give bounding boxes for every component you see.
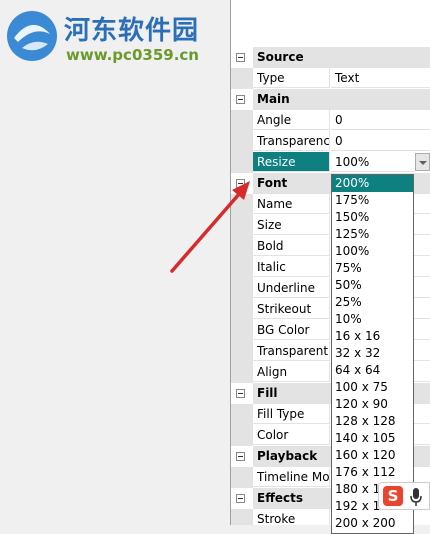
dropdown-option[interactable]: 125% — [332, 226, 413, 243]
property-row-type[interactable]: Type Text — [231, 68, 430, 89]
watermark-url: www.pc0359.cn — [66, 46, 199, 64]
property-row-resize[interactable]: Resize 100% — [231, 152, 430, 173]
category-main[interactable]: Main — [231, 89, 430, 110]
property-name: Resize — [253, 152, 330, 172]
microphone-icon[interactable] — [409, 487, 423, 507]
collapse-icon[interactable] — [236, 53, 245, 62]
property-name: Name — [253, 194, 330, 214]
property-name: Angle — [253, 110, 330, 130]
property-row-angle[interactable]: Angle 0 — [231, 110, 430, 131]
sogou-s-icon[interactable]: S — [383, 486, 403, 506]
property-name: Transparent — [253, 341, 330, 361]
property-value[interactable]: 0 — [331, 131, 430, 151]
dropdown-option[interactable]: 16 x 16 — [332, 328, 413, 345]
watermark-title: 河东软件园 — [64, 16, 200, 46]
dropdown-option[interactable]: 175% — [332, 192, 413, 209]
resize-dropdown-list[interactable]: 200% 175% 150% 125% 100% 75% 50% 25% 10%… — [331, 174, 414, 534]
ime-toolbar[interactable]: S — [378, 482, 430, 510]
property-value[interactable]: Text — [331, 68, 430, 88]
property-row-transparency[interactable]: Transparency 0 — [231, 131, 430, 152]
property-name: Transparency — [253, 131, 330, 151]
property-name: Timeline Mode — [253, 467, 330, 487]
dropdown-option[interactable]: 176 x 112 — [332, 464, 413, 481]
category-label: Source — [253, 47, 430, 68]
category-source[interactable]: Source — [231, 47, 430, 68]
preview-area — [230, 0, 430, 45]
dropdown-option[interactable]: 64 x 64 — [332, 362, 413, 379]
property-name: BG Color — [253, 320, 330, 340]
property-name: Stroke — [253, 509, 330, 525]
resize-combobox-value[interactable]: 100% — [331, 152, 415, 172]
property-name: Strikeout — [253, 299, 330, 319]
dropdown-option[interactable]: 10% — [332, 311, 413, 328]
property-name: Italic — [253, 257, 330, 277]
dropdown-option[interactable]: 128 x 128 — [332, 413, 413, 430]
property-name: Type — [253, 68, 330, 88]
dropdown-option[interactable]: 140 x 105 — [332, 430, 413, 447]
property-name: Size — [253, 215, 330, 235]
dropdown-option[interactable]: 160 x 120 — [332, 447, 413, 464]
chevron-down-icon[interactable] — [415, 153, 430, 171]
watermark-logo-icon — [7, 11, 57, 61]
category-label: Main — [253, 89, 430, 110]
property-value[interactable]: 0 — [331, 110, 430, 130]
dropdown-option[interactable]: 50% — [332, 277, 413, 294]
dropdown-option[interactable]: 75% — [332, 260, 413, 277]
dropdown-option[interactable]: 25% — [332, 294, 413, 311]
collapse-icon[interactable] — [236, 452, 245, 461]
collapse-icon[interactable] — [236, 179, 245, 188]
dropdown-option[interactable]: 120 x 90 — [332, 396, 413, 413]
dropdown-option[interactable]: 150% — [332, 209, 413, 226]
dropdown-option[interactable]: 100 x 75 — [332, 379, 413, 396]
collapse-icon[interactable] — [236, 494, 245, 503]
dropdown-option[interactable]: 200% — [332, 175, 413, 192]
collapse-icon[interactable] — [236, 389, 245, 398]
dropdown-option[interactable]: 32 x 32 — [332, 345, 413, 362]
property-name: Color — [253, 425, 330, 445]
collapse-icon[interactable] — [236, 95, 245, 104]
watermark: 河东软件园 www.pc0359.cn — [0, 0, 230, 75]
property-name: Fill Type — [253, 404, 330, 424]
dropdown-option[interactable]: 200 x 200 — [332, 515, 413, 532]
dropdown-option[interactable]: 100% — [332, 243, 413, 260]
property-name: Underline — [253, 278, 330, 298]
property-name: Bold — [253, 236, 330, 256]
property-name: Align — [253, 362, 330, 382]
